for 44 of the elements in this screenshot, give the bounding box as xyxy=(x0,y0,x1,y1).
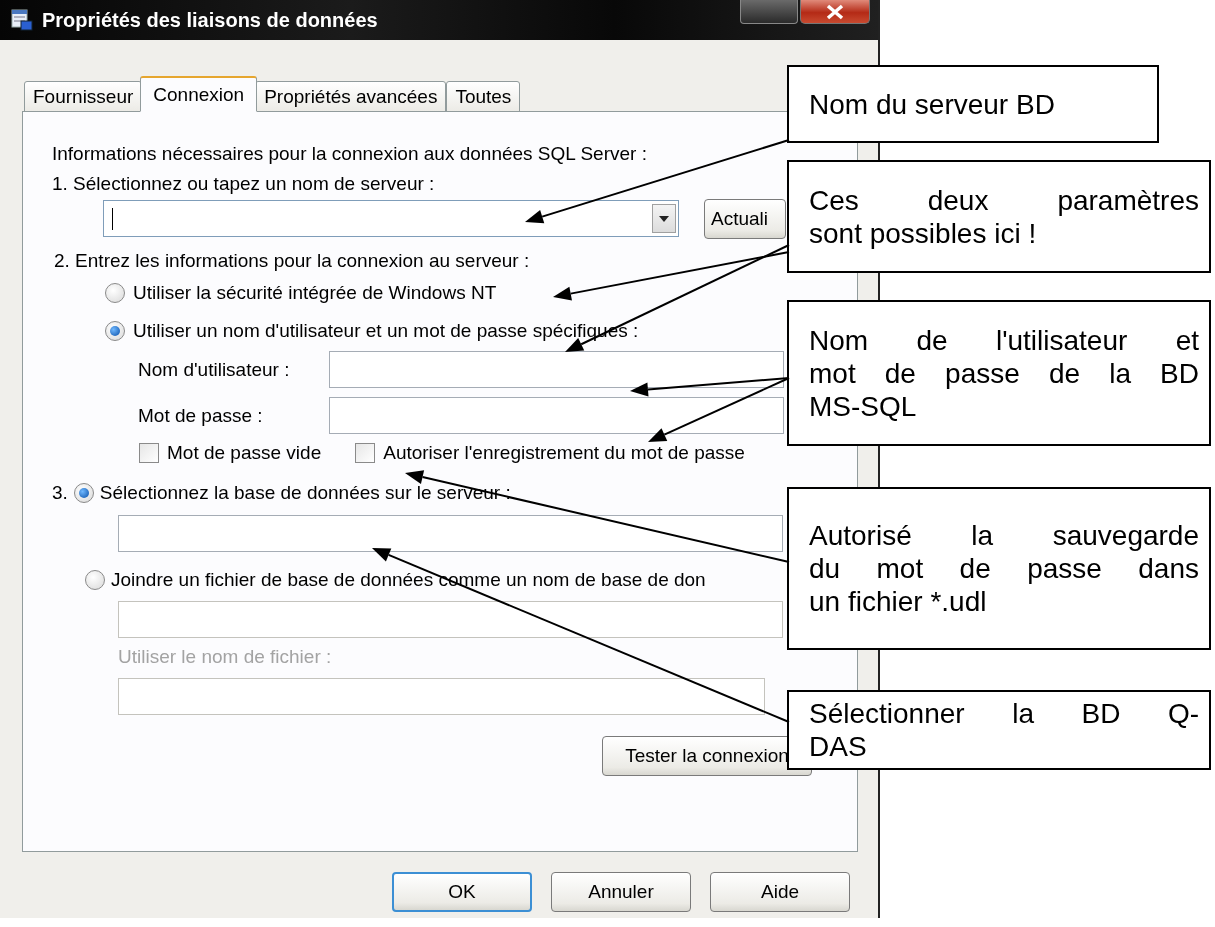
window-title: Propriétés des liaisons de données xyxy=(42,8,378,32)
database-file-field[interactable] xyxy=(118,601,783,638)
tab[interactable]: Propriétés avancées xyxy=(255,81,447,112)
tab[interactable]: Fournisseur xyxy=(24,81,143,112)
radio-label: Utiliser la sécurité intégrée de Windows NT xyxy=(133,282,497,304)
database-field[interactable] xyxy=(118,515,783,552)
intro-text: Informations nécessaires pour la connexion aux données SQL Server : xyxy=(52,143,648,165)
minimize-button[interactable] xyxy=(740,0,798,24)
refresh-button[interactable]: Actuali xyxy=(704,198,786,239)
dialog-button[interactable]: Annuler xyxy=(551,872,691,912)
step-label: 1. Sélectionnez ou tapez un nom de serveur : xyxy=(52,173,436,195)
tab[interactable]: Connexion xyxy=(140,76,258,112)
radio-button[interactable] xyxy=(85,570,105,590)
password-field[interactable] xyxy=(329,397,784,434)
checkbox-label: Autoriser l'enregistrement du mot de passe xyxy=(383,442,745,464)
callout: Nom du serveur BD xyxy=(787,65,1159,143)
test-connection-button[interactable]: Tester la connexion xyxy=(602,736,812,776)
tab[interactable]: Toutes xyxy=(446,81,521,112)
close-icon xyxy=(824,3,846,20)
checkbox-label: Mot de passe vide xyxy=(167,442,322,464)
step-label: 2. Entrez les informations pour la connexion au serveur : xyxy=(54,250,531,272)
username-field[interactable] xyxy=(329,351,784,388)
dropdown-button[interactable] xyxy=(652,204,676,233)
field-label: Utiliser le nom de fichier : xyxy=(118,646,333,668)
caret-icon xyxy=(659,215,669,222)
field-label: Nom d'utilisateur : xyxy=(138,358,291,381)
radio-button[interactable] xyxy=(73,483,94,503)
dialog-button[interactable]: OK xyxy=(392,872,532,912)
step-number: 3. xyxy=(52,482,68,504)
field-label: Mot de passe : xyxy=(138,404,264,427)
close-button[interactable] xyxy=(800,0,870,24)
callout: Sélectionner la BD Q- DAS xyxy=(787,690,1211,770)
filename-field[interactable] xyxy=(118,678,765,715)
callout: Ces deux paramètres sont possibles ici ! xyxy=(787,160,1211,273)
callout: Nom de l'utilisateur et mot de passe de la BD MS-SQL xyxy=(787,300,1211,446)
checkbox[interactable] xyxy=(355,443,376,463)
dialog-button[interactable]: Aide xyxy=(710,872,850,912)
checkbox[interactable] xyxy=(139,443,159,463)
radio-button[interactable] xyxy=(105,321,125,341)
radio-label: Sélectionnez la base de données sur le serveur : xyxy=(99,482,511,504)
callout: Autorisé la sauvegarde du mot de passe dans un fichier *.udl xyxy=(787,487,1211,650)
data-link-icon xyxy=(10,8,34,32)
radio-button[interactable] xyxy=(105,283,125,303)
text-cursor xyxy=(112,207,113,230)
